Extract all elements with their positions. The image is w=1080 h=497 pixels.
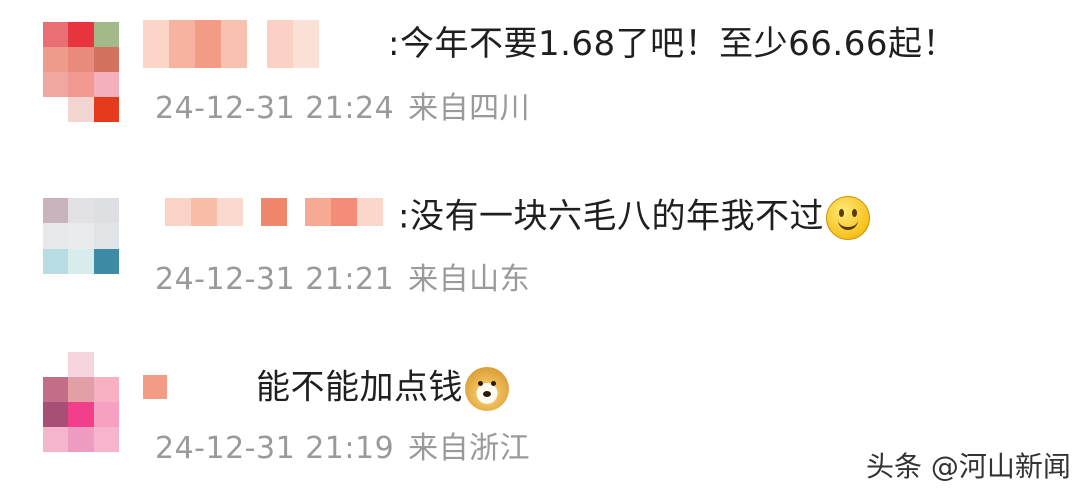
avatar-pixel	[93, 248, 119, 274]
avatar[interactable]	[43, 22, 119, 122]
avatar-pixel	[43, 223, 69, 249]
name-pixel	[261, 198, 287, 226]
avatar-pixel	[93, 47, 119, 72]
username-blurred[interactable]	[165, 198, 383, 226]
name-pixel	[287, 198, 305, 226]
name-pixel	[165, 198, 191, 226]
avatar-pixel	[43, 198, 69, 224]
avatar-pixel	[68, 248, 94, 274]
comment-meta: 24-12-31 21:21 来自山东	[155, 262, 544, 298]
name-pixel	[267, 20, 293, 68]
avatar-pixel	[93, 352, 119, 377]
avatar-pixel	[68, 72, 94, 97]
avatar-pixel	[68, 22, 94, 47]
comment-location: 来自四川	[408, 91, 531, 126]
avatar-pixel	[43, 72, 69, 97]
avatar-pixel	[68, 427, 94, 452]
avatar-pixel	[68, 377, 94, 402]
avatar[interactable]	[43, 198, 119, 274]
avatar-pixel	[43, 402, 69, 427]
avatar-pixel	[43, 47, 69, 72]
avatar-pixel	[68, 97, 94, 122]
name-pixel	[305, 198, 331, 226]
avatar-pixel	[68, 223, 94, 249]
doge-emoji-icon	[465, 367, 509, 411]
smile-emoji-icon	[825, 196, 870, 240]
avatar-pixel	[43, 427, 69, 452]
watermark: 头条 @河山新闻	[866, 450, 1071, 483]
name-pixel	[243, 198, 261, 226]
comment-location: 来自山东	[408, 262, 531, 297]
avatar-pixel	[43, 248, 69, 274]
comment-meta: 24-12-31 21:19 来自浙江	[155, 431, 544, 467]
avatar-pixel	[93, 402, 119, 427]
avatar-pixel	[93, 377, 119, 402]
avatar-pixel	[43, 377, 69, 402]
name-pixel	[169, 20, 195, 68]
avatar-pixel	[43, 22, 69, 47]
avatar[interactable]	[43, 352, 119, 452]
name-pixel	[143, 20, 169, 68]
name-pixel	[217, 198, 243, 226]
comment-meta: 24-12-31 21:24 来自四川	[155, 91, 544, 127]
comment-date: 24-12-31 21:21	[155, 262, 395, 297]
avatar-pixel	[68, 352, 94, 377]
comment-text-content: 能不能加点钱	[256, 367, 463, 408]
avatar-pixel	[93, 427, 119, 452]
comment-date: 24-12-31 21:19	[155, 431, 395, 466]
name-pixel	[357, 198, 383, 226]
avatar-pixel	[68, 198, 94, 224]
name-pixel	[331, 198, 357, 226]
comment-text: 能不能加点钱	[256, 367, 509, 411]
avatar-pixel	[68, 402, 94, 427]
name-pixel	[221, 20, 247, 68]
name-pixel	[195, 20, 221, 68]
avatar-pixel	[43, 352, 69, 377]
comment-text: :今年不要1.68了吧！至少66.66起！	[388, 24, 957, 64]
username-blurred[interactable]	[143, 375, 167, 399]
comment-text-content: :没有一块六毛八的年我不过	[398, 196, 824, 237]
avatar-pixel	[93, 22, 119, 47]
avatar-pixel	[93, 72, 119, 97]
comment-text: :没有一块六毛八的年我不过	[398, 196, 870, 240]
name-pixel	[143, 375, 167, 399]
avatar-pixel	[93, 223, 119, 249]
comment-location: 来自浙江	[408, 431, 531, 466]
name-pixel	[293, 20, 319, 68]
avatar-pixel	[43, 97, 69, 122]
comment-date: 24-12-31 21:24	[155, 91, 395, 126]
name-pixel	[191, 198, 217, 226]
name-pixel	[247, 20, 267, 68]
avatar-pixel	[68, 47, 94, 72]
avatar-pixel	[93, 198, 119, 224]
avatar-pixel	[93, 97, 119, 122]
username-blurred[interactable]	[143, 20, 319, 68]
